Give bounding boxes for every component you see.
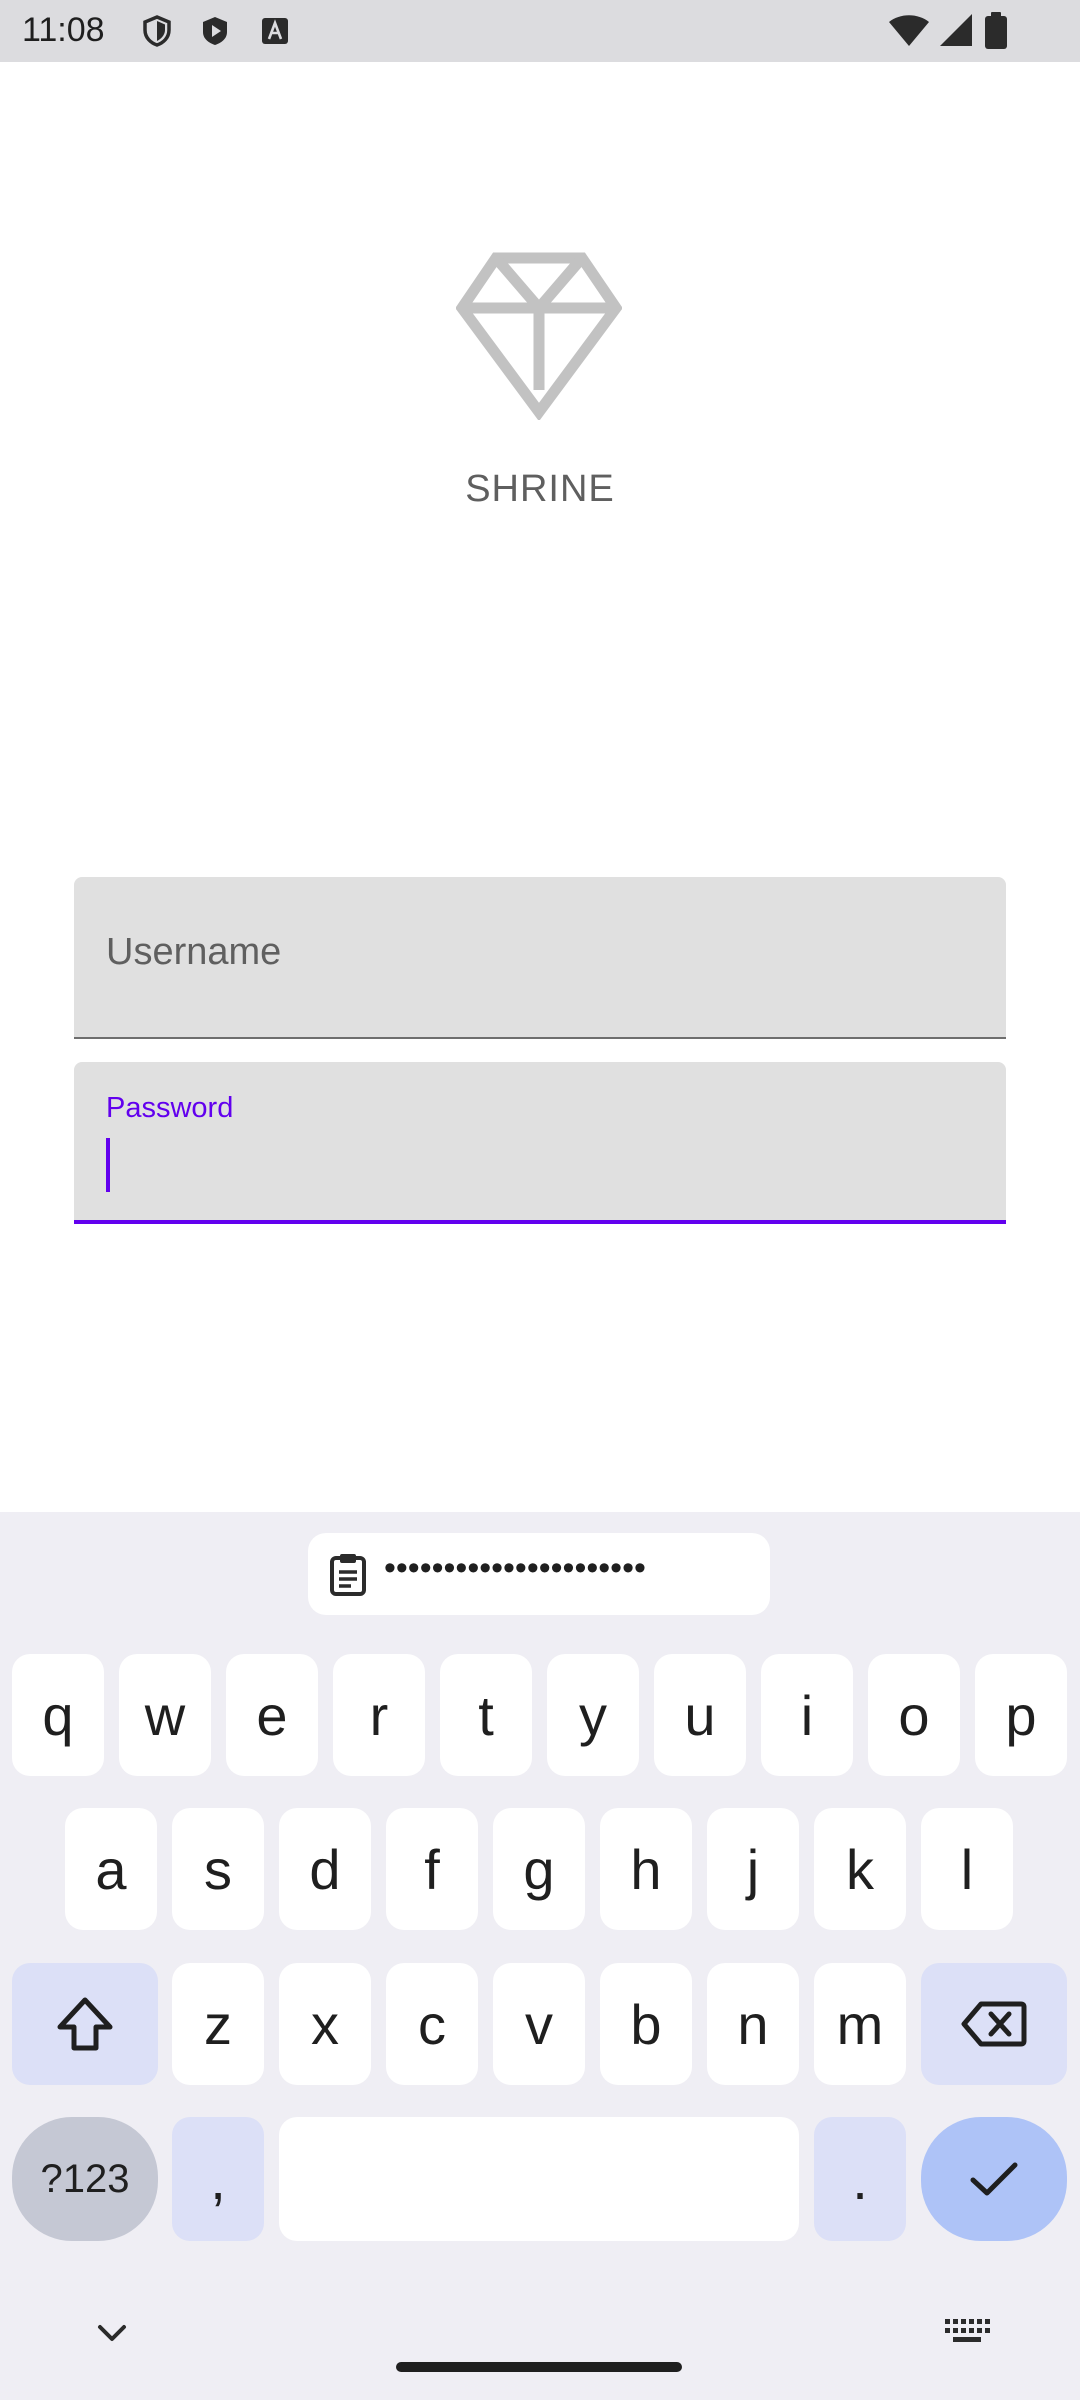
status-bar: 11:08 bbox=[0, 0, 1080, 62]
shield-icon bbox=[143, 15, 171, 47]
key-n[interactable]: n bbox=[707, 1963, 799, 2085]
symbols-key[interactable]: ?123 bbox=[12, 2117, 158, 2241]
status-time: 11:08 bbox=[22, 11, 105, 49]
signal-icon bbox=[940, 14, 972, 46]
space-key[interactable] bbox=[279, 2117, 799, 2241]
password-label: Password bbox=[106, 1092, 234, 1124]
comma-key[interactable]: , bbox=[172, 2117, 264, 2241]
clipboard-icon bbox=[330, 1554, 366, 1596]
key-v[interactable]: v bbox=[493, 1963, 585, 2085]
password-field[interactable]: Password bbox=[74, 1062, 1006, 1224]
key-y[interactable]: y bbox=[547, 1654, 639, 1776]
play-icon bbox=[203, 17, 227, 45]
app-title: SHRINE bbox=[465, 468, 615, 510]
backspace-icon bbox=[961, 2001, 1027, 2047]
soft-keyboard: •••••••••••••••••••••• q w e r t y u i o… bbox=[0, 1512, 1080, 2400]
diamond-icon bbox=[456, 252, 622, 420]
home-indicator[interactable] bbox=[396, 2362, 682, 2372]
key-q[interactable]: q bbox=[12, 1654, 104, 1776]
chevron-down-icon[interactable] bbox=[92, 2321, 132, 2345]
key-r[interactable]: r bbox=[333, 1654, 425, 1776]
key-f[interactable]: f bbox=[386, 1808, 478, 1930]
shift-icon bbox=[57, 1997, 113, 2051]
check-icon bbox=[970, 2162, 1018, 2196]
backspace-key[interactable] bbox=[921, 1963, 1067, 2085]
key-k[interactable]: k bbox=[814, 1808, 906, 1930]
key-o[interactable]: o bbox=[868, 1654, 960, 1776]
key-j[interactable]: j bbox=[707, 1808, 799, 1930]
key-x[interactable]: x bbox=[279, 1963, 371, 2085]
key-h[interactable]: h bbox=[600, 1808, 692, 1930]
key-e[interactable]: e bbox=[226, 1654, 318, 1776]
font-icon bbox=[262, 18, 288, 44]
key-m[interactable]: m bbox=[814, 1963, 906, 2085]
key-p[interactable]: p bbox=[975, 1654, 1067, 1776]
key-d[interactable]: d bbox=[279, 1808, 371, 1930]
wifi-icon bbox=[889, 15, 929, 46]
clipboard-suggestion[interactable]: •••••••••••••••••••••• bbox=[308, 1533, 770, 1615]
key-u[interactable]: u bbox=[654, 1654, 746, 1776]
key-g[interactable]: g bbox=[493, 1808, 585, 1930]
username-field[interactable]: Username bbox=[74, 877, 1006, 1039]
key-z[interactable]: z bbox=[172, 1963, 264, 2085]
key-c[interactable]: c bbox=[386, 1963, 478, 2085]
shift-key[interactable] bbox=[12, 1963, 158, 2085]
key-b[interactable]: b bbox=[600, 1963, 692, 2085]
clipboard-text: •••••••••••••••••••••• bbox=[384, 1549, 646, 1587]
key-i[interactable]: i bbox=[761, 1654, 853, 1776]
key-l[interactable]: l bbox=[921, 1808, 1013, 1930]
username-label: Username bbox=[106, 931, 282, 973]
key-t[interactable]: t bbox=[440, 1654, 532, 1776]
key-w[interactable]: w bbox=[119, 1654, 211, 1776]
key-a[interactable]: a bbox=[65, 1808, 157, 1930]
period-key[interactable]: . bbox=[814, 2117, 906, 2241]
enter-key[interactable] bbox=[921, 2117, 1067, 2241]
keyboard-switch-icon[interactable] bbox=[944, 2318, 990, 2344]
text-cursor bbox=[106, 1138, 110, 1192]
battery-icon bbox=[985, 12, 1007, 49]
key-s[interactable]: s bbox=[172, 1808, 264, 1930]
